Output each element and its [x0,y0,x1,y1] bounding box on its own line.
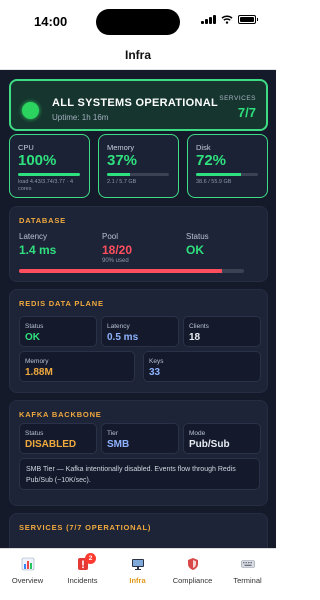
page-title: Infra [124,48,151,62]
memory-usage-bar [107,173,169,176]
tile-value: SMB [107,439,130,450]
tile-value: Pub/Sub [189,439,230,450]
tile-label: Keys [149,358,164,365]
kafka-mode-tile: Mode Pub/Sub [183,423,261,454]
metric-value: 72% [196,152,227,169]
redis-keys-tile: Keys 33 [143,351,261,382]
redis-status-tile: Status OK [19,316,97,347]
tab-compliance[interactable]: Compliance [165,557,220,585]
metric-label: Disk [196,143,211,152]
tab-label: Infra [129,576,146,585]
tile-label: Latency [107,323,130,330]
db-status-label: Status [186,232,209,241]
system-status-title: ALL SYSTEMS OPERATIONAL [52,97,219,109]
db-pool-value: 18/20 [102,243,133,257]
tab-label: Overview [11,576,44,585]
redis-section: REDIS DATA PLANE Status OK Latency 0.5 m… [9,289,268,393]
battery-icon [238,15,258,24]
kafka-section: KAFKA BACKBONE Status DISABLED Tier SMB … [9,400,268,506]
redis-latency-tile: Latency 0.5 ms [101,316,179,347]
metric-sub: 38.6 / 55.9 GB [196,179,232,185]
shield-icon [187,558,198,570]
tile-label: Status [25,323,44,330]
chart-icon [21,557,34,571]
tile-label: Mode [189,430,206,437]
services-label: SERVICES [219,95,256,102]
cpu-card: CPU 100% load 4.43/3.74/3.77 · 4 cores [9,134,90,198]
services-count: 7/7 [237,105,256,120]
db-status-value: OK [186,243,204,257]
db-latency-label: Latency [19,232,48,241]
kafka-tier-tile: Tier SMB [101,423,179,454]
tile-value: 18 [189,332,201,343]
metric-sub: load 4.43/3.74/3.77 · 4 cores [18,179,74,192]
metric-value: 37% [107,152,138,169]
tile-value: 1.88M [25,367,53,378]
tab-overview[interactable]: Overview [0,557,55,585]
section-title: DATABASE [19,216,66,225]
tile-label: Status [25,430,44,437]
db-pool-bar [19,269,244,273]
metric-value: 100% [18,152,57,169]
redis-memory-tile: Memory 1.88M [19,351,135,382]
nav-bar: Infra [0,44,276,70]
metric-label: Memory [107,143,135,152]
db-pool: Pool 18/20 90% used [102,232,132,264]
disk-card: Disk 72% 38.6 / 55.9 GB [187,134,268,198]
metric-label: CPU [18,143,34,152]
db-status: Status OK [186,232,209,257]
tile-value: 0.5 ms [107,332,139,343]
cpu-usage-bar [18,173,80,176]
tile-value: 33 [149,367,161,378]
services-section: SERVICES (7/7 OPERATIONAL) [9,513,268,548]
db-pool-sub: 90% used [102,258,129,264]
tile-value: OK [25,332,40,343]
section-title: SERVICES (7/7 OPERATIONAL) [19,523,152,532]
wifi-icon [221,15,233,24]
status-time: 14:00 [34,14,68,29]
status-dot-icon [22,102,39,119]
tab-label: Compliance [172,576,213,585]
system-status-banner: ALL SYSTEMS OPERATIONAL Uptime: 1h 16m S… [9,79,268,131]
section-title: KAFKA BACKBONE [19,410,102,419]
infra-content[interactable]: ALL SYSTEMS OPERATIONAL Uptime: 1h 16m S… [0,70,276,548]
redis-clients-tile: Clients 18 [183,316,261,347]
db-latency-value: 1.4 ms [19,243,57,257]
tab-bar: Overview 2 Incidents Infra Compliance Te… [0,548,276,600]
tab-incidents[interactable]: 2 Incidents [55,553,110,585]
tab-label: Incidents [67,576,98,585]
tile-label: Clients [189,323,209,330]
db-pool-label: Pool [102,232,119,241]
memory-card: Memory 37% 2.1 / 5.7 GB [98,134,179,198]
tile-value: DISABLED [25,439,77,450]
section-title: REDIS DATA PLANE [19,299,104,308]
signal-icon [201,15,216,24]
database-section: DATABASE Latency 1.4 ms Pool 18/20 90% u… [9,206,268,282]
tile-label: Memory [25,358,49,365]
metric-sub: 2.1 / 5.7 GB [107,179,137,185]
tab-terminal[interactable]: Terminal [220,557,275,585]
tab-infra[interactable]: Infra [110,557,165,585]
status-bar: 14:00 [0,0,276,44]
kafka-note: SMB Tier — Kafka intentionally disabled.… [19,458,260,490]
monitor-icon [131,559,144,570]
status-icons [201,15,258,24]
keyboard-icon [240,560,255,568]
incidents-badge: 2 [85,553,96,564]
db-latency: Latency 1.4 ms [19,232,56,257]
tile-label: Tier [107,430,118,437]
tab-label: Terminal [233,576,262,585]
kafka-status-tile: Status DISABLED [19,423,97,454]
dynamic-island [96,9,180,35]
uptime-text: Uptime: 1h 16m [52,113,109,122]
disk-usage-bar [196,173,258,176]
